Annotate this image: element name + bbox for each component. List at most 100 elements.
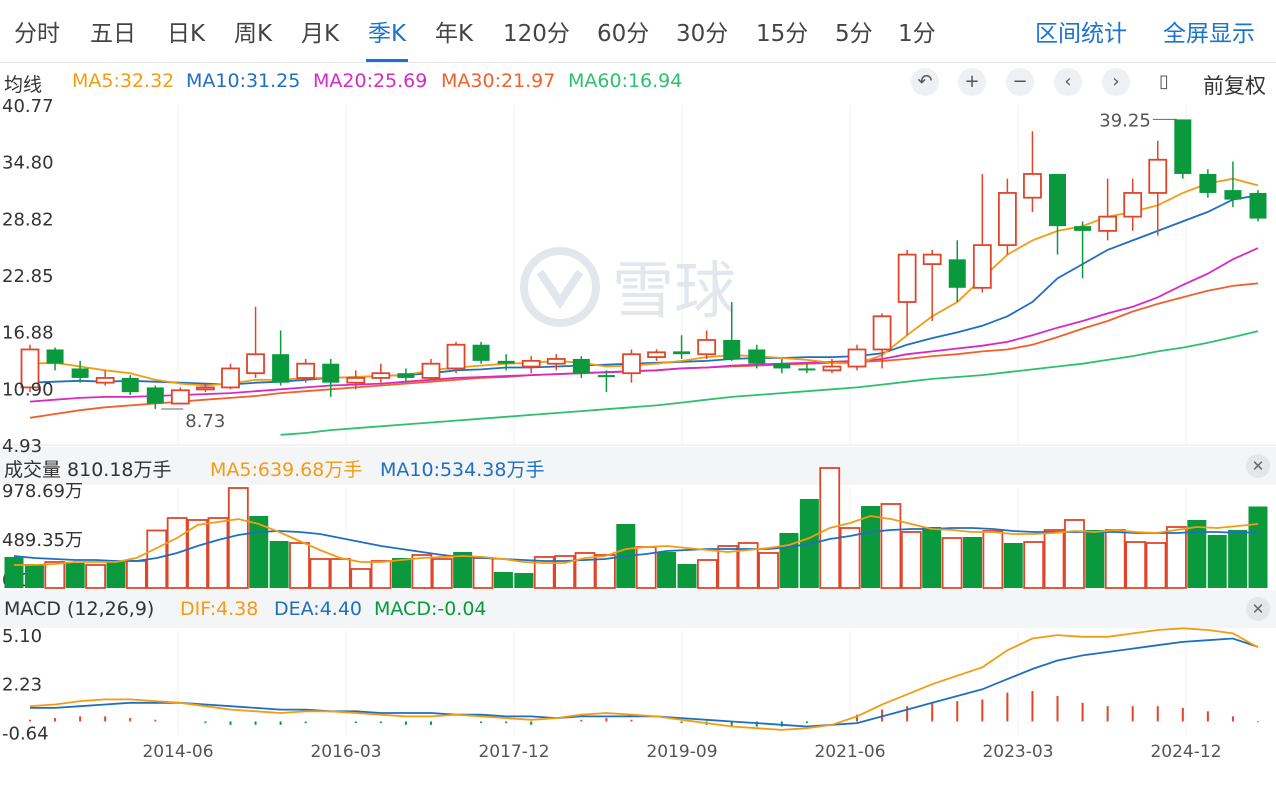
candle: [597, 370, 615, 393]
tab-5min[interactable]: 5分: [835, 14, 873, 48]
ma60-label: MA60:16.94: [568, 70, 683, 92]
fullscreen-button[interactable]: 全屏显示: [1163, 14, 1255, 48]
ma-legend-bar: 均线 MA5:32.32 MA10:31.25 MA20:25.69 MA30:…: [0, 62, 1276, 102]
price-tick-label: 34.80: [2, 153, 54, 174]
candle-body: [196, 386, 215, 391]
candle-icon[interactable]: ▯: [1150, 68, 1178, 96]
candle: [847, 344, 867, 371]
candle: [922, 249, 942, 322]
macd-value-label: MACD:-0.04: [374, 598, 487, 620]
volume-bar: [1145, 542, 1167, 589]
ma-title: 均线: [4, 74, 43, 96]
candle-body: [296, 362, 316, 379]
volume-bar: [1187, 520, 1207, 588]
volume-bar: [431, 558, 453, 589]
volume-bar: [1228, 530, 1248, 588]
volume-bar: [861, 506, 881, 588]
tab-month-k[interactable]: 月K: [301, 14, 339, 48]
volume-close-icon[interactable]: ✕: [1246, 454, 1270, 478]
tab-1min[interactable]: 1分: [898, 14, 936, 48]
range-stats-button[interactable]: 区间统计: [1035, 14, 1127, 48]
candle: [1074, 221, 1092, 279]
volume-bar: [207, 517, 229, 589]
candle-body: [1224, 190, 1242, 200]
candle: [20, 344, 40, 393]
tab-year-k[interactable]: 年K: [435, 14, 473, 48]
candle: [95, 370, 115, 386]
candle: [997, 178, 1017, 255]
macd-dea-label: DEA:4.40: [274, 598, 363, 620]
plus-icon[interactable]: +: [958, 68, 986, 96]
tab-quarter-k[interactable]: 季K: [365, 14, 409, 62]
macd-tick-label: 5.10: [2, 626, 42, 647]
candle: [872, 313, 892, 369]
minus-icon[interactable]: −: [1006, 68, 1034, 96]
kline-chart[interactable]: 雪球 40.7734.8028.8222.8516.8810.904.93 39…: [0, 0, 1276, 786]
candle-body: [146, 387, 164, 404]
ma5-line: [29, 177, 1259, 387]
volume-bar: [350, 568, 372, 589]
macd-close-icon[interactable]: ✕: [1246, 597, 1270, 621]
chevron-left-icon[interactable]: ‹: [1054, 68, 1082, 96]
candle-body: [798, 368, 816, 371]
candle-body: [922, 253, 942, 265]
candle: [196, 382, 215, 393]
candle: [246, 306, 265, 378]
candle: [773, 358, 791, 374]
volume-bar: [839, 527, 861, 589]
candle: [1123, 178, 1143, 231]
candle: [296, 358, 316, 383]
tab-60min[interactable]: 60分: [597, 14, 649, 48]
volume-bar: [1248, 506, 1268, 588]
volume-bar: [779, 533, 799, 588]
volume-bar: [574, 552, 596, 589]
candle-body: [1023, 173, 1042, 199]
volume-ma5-line: [14, 515, 1259, 566]
volume-bar: [106, 562, 126, 588]
volume-bar: [1125, 541, 1147, 589]
candle: [472, 341, 490, 364]
candle-body: [546, 358, 566, 365]
candle: [1049, 173, 1067, 255]
volume-bar: [595, 554, 616, 589]
tab-week-k[interactable]: 周K: [234, 14, 272, 48]
candle: [446, 341, 466, 374]
volume-bar: [941, 537, 963, 589]
candle: [948, 240, 966, 303]
candle-body: [1098, 215, 1118, 232]
volume-bar: [982, 530, 1004, 589]
undo-icon[interactable]: ↶: [911, 68, 939, 96]
low-annotation: 8.73: [185, 411, 225, 432]
macd-dif-label: DIF:4.38: [180, 598, 259, 620]
candle-body: [71, 368, 89, 378]
tab-30min[interactable]: 30分: [676, 14, 728, 48]
tab-day-k[interactable]: 日K: [167, 14, 205, 48]
x-tick-label: 2014-06: [142, 742, 213, 762]
candle: [622, 349, 641, 383]
candle-body: [872, 315, 892, 351]
candle-body: [847, 348, 867, 368]
ma20-label: MA20:25.69: [313, 70, 428, 92]
x-tick-label: 2019-09: [646, 742, 717, 762]
volume-bar: [1043, 529, 1065, 589]
volume-bar: [819, 467, 841, 589]
candle-body: [822, 365, 842, 372]
candle: [397, 368, 415, 383]
macd-title: MACD (12,26,9): [4, 598, 155, 620]
volume-tick-label: 0.00: [2, 570, 42, 591]
candle-body: [1174, 119, 1192, 174]
x-tick-label: 2023-03: [982, 742, 1053, 762]
tab-fenshi[interactable]: 分时: [14, 14, 60, 48]
adjust-mode-button[interactable]: 前复权: [1203, 70, 1266, 100]
tab-120min[interactable]: 120分: [503, 14, 570, 48]
candle-body: [521, 359, 541, 368]
tab-5day[interactable]: 五日: [90, 14, 136, 48]
volume-bar: [758, 552, 779, 589]
chevron-right-icon[interactable]: ›: [1102, 68, 1130, 96]
volume-bar: [269, 541, 289, 588]
volume-bar: [799, 499, 819, 588]
candle-body: [397, 373, 415, 378]
volume-bar: [737, 542, 759, 589]
candle: [748, 344, 766, 369]
tab-15min[interactable]: 15分: [756, 14, 808, 48]
